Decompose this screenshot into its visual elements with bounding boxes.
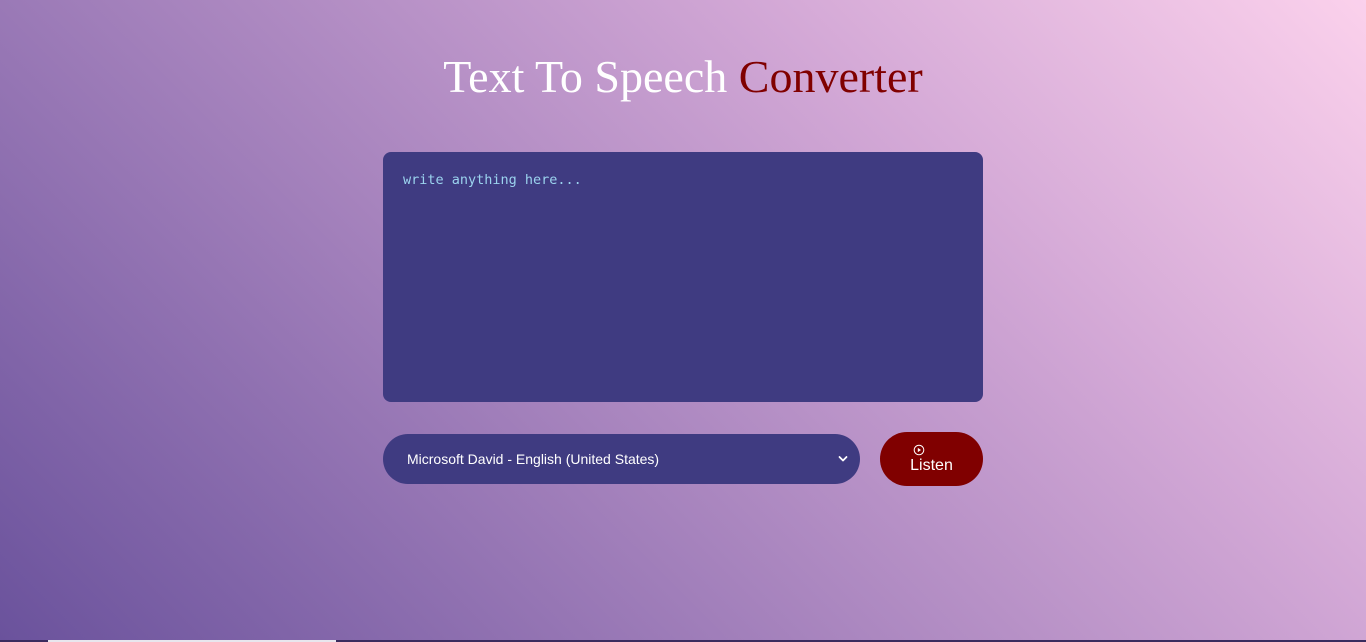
voice-select[interactable]: Microsoft David - English (United States…: [383, 434, 860, 484]
page-title: Text To Speech Converter: [0, 50, 1366, 104]
title-converter: Converter: [738, 51, 923, 102]
voice-select-value: Microsoft David - English (United States…: [407, 451, 660, 467]
listen-button-label: Listen: [910, 456, 953, 474]
listen-button[interactable]: Listen: [880, 432, 983, 486]
title-text-to-speech: Text To Speech: [443, 51, 728, 102]
play-circle-icon: [913, 444, 925, 456]
text-input[interactable]: [383, 152, 983, 402]
chevron-down-icon: [838, 454, 848, 464]
